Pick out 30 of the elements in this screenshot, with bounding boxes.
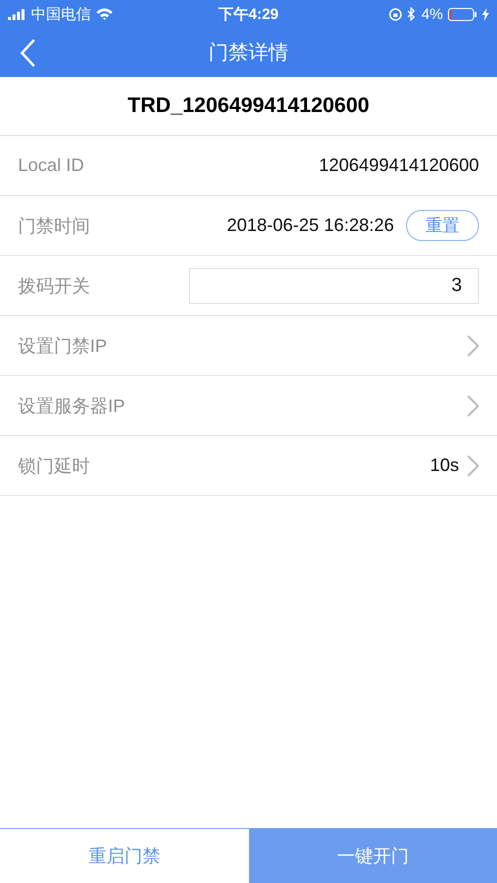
signal-icon <box>8 8 26 20</box>
rotation-lock-icon <box>389 8 402 20</box>
charging-icon <box>482 8 489 20</box>
reset-button[interactable]: 重置 <box>406 210 479 241</box>
chevron-icon <box>467 334 479 356</box>
wifi-icon <box>96 8 113 20</box>
chevron-icon <box>467 454 479 476</box>
device-name: TRD_1206499414120600 <box>0 77 497 136</box>
bluetooth-icon <box>407 7 416 21</box>
status-time: 下午4:29 <box>218 4 279 24</box>
battery-percent: 4% <box>421 6 443 22</box>
row-label: 锁门延时 <box>18 454 90 478</box>
row-value: 2018-06-25 16:28:26 <box>226 215 394 236</box>
carrier-name: 中国电信 <box>31 4 91 24</box>
battery-icon <box>448 8 477 20</box>
row-label: 设置门禁IP <box>18 334 108 358</box>
row-value: 10s <box>430 455 459 476</box>
row-label: 设置服务器IP <box>18 394 126 418</box>
nav-title: 门禁详情 <box>208 41 288 66</box>
input-field[interactable]: 3 <box>189 268 479 304</box>
settings-row[interactable]: 锁门延时 10s <box>0 436 497 496</box>
row-label: Local ID <box>18 155 84 176</box>
open-door-button[interactable]: 一键开门 <box>248 829 497 883</box>
settings-row[interactable]: 设置服务器IP <box>0 376 497 436</box>
back-icon[interactable] <box>20 39 36 67</box>
chevron-icon <box>467 394 479 416</box>
settings-row[interactable]: 设置门禁IP <box>0 316 497 376</box>
row-label: 门禁时间 <box>18 214 90 238</box>
row-value: 1206499414120600 <box>318 155 479 176</box>
row-label: 拨码开关 <box>18 274 90 298</box>
